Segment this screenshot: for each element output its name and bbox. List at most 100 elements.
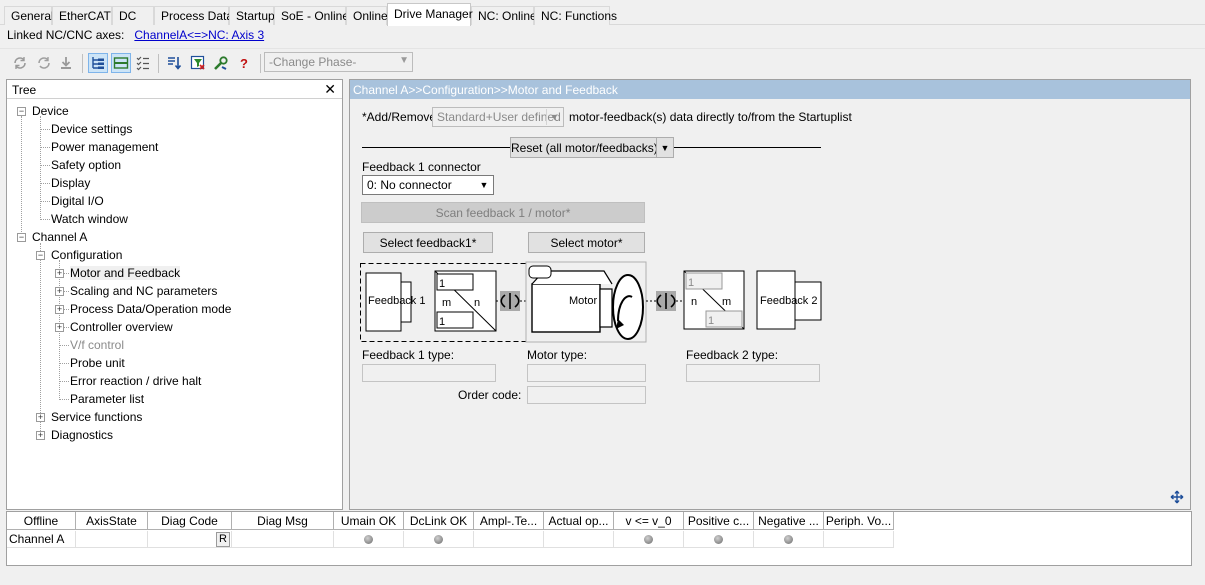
tab-ethercat[interactable]: EtherCAT	[52, 6, 112, 25]
tree-item-watch-window[interactable]: Watch window	[51, 212, 128, 226]
tab-drive-manager[interactable]: Drive Manager	[387, 3, 473, 26]
chevron-down-icon: ▼	[399, 55, 409, 66]
table-cell-axisstate	[76, 531, 148, 548]
feedback1-type-field	[362, 364, 496, 382]
status-col-positive[interactable]: Positive c...	[684, 512, 754, 530]
status-col-ampl-temp[interactable]: Ampl-.Te...	[474, 512, 544, 530]
table-cell-periph-voltage	[824, 531, 894, 548]
collapse-icon[interactable]: −	[17, 107, 26, 116]
tab-process-data[interactable]: Process Data	[154, 6, 233, 25]
tree-line	[41, 201, 50, 202]
tree-item-configuration[interactable]: Configuration	[51, 248, 122, 262]
tree-item-power-management[interactable]: Power management	[51, 140, 158, 154]
add-remove-dropdown[interactable]: Standard+User defined ▼	[432, 107, 564, 127]
tab-soe-online[interactable]: SoE - Online	[274, 6, 349, 25]
tree-line	[60, 399, 69, 400]
expand-icon[interactable]: +	[55, 269, 64, 278]
tree-item-motor-and-feedback[interactable]: Motor and Feedback	[70, 266, 181, 280]
expand-icon[interactable]: +	[55, 323, 64, 332]
tree-line	[41, 147, 50, 148]
status-col-diag-msg[interactable]: Diag Msg	[232, 512, 334, 530]
reset-dropdown-arrow[interactable]: ▼	[656, 137, 674, 158]
chevron-down-icon: ▼	[546, 109, 562, 125]
help-icon[interactable]: ?	[234, 53, 254, 73]
feedback1-ratio-top: 1	[439, 278, 445, 290]
tree-item-scaling-nc-parameters[interactable]: Scaling and NC parameters	[70, 284, 217, 298]
reload-icon[interactable]	[34, 53, 54, 73]
scan-feedback-button[interactable]: Scan feedback 1 / motor*	[361, 202, 645, 223]
add-remove-value: Standard+User defined	[437, 110, 561, 124]
status-col-umain-ok[interactable]: Umain OK	[334, 512, 404, 530]
close-icon[interactable]: ✕	[324, 81, 336, 98]
status-col-diag-code[interactable]: Diag Code	[148, 512, 232, 530]
tree-item-display[interactable]: Display	[51, 176, 90, 190]
tree-item-probe-unit[interactable]: Probe unit	[70, 356, 125, 370]
reset-diag-button[interactable]: R	[216, 532, 230, 547]
tree-item-diagnostics[interactable]: Diagnostics	[51, 428, 113, 442]
filter-icon[interactable]	[188, 53, 208, 73]
order-code-field	[527, 386, 646, 404]
tree-line	[60, 345, 69, 346]
download-icon[interactable]	[56, 53, 76, 73]
tab-general[interactable]: General	[4, 6, 54, 25]
tree-item-process-data-operation-mode[interactable]: Process Data/Operation mode	[70, 302, 231, 316]
expand-icon[interactable]: +	[36, 413, 45, 422]
select-motor-button[interactable]: Select motor*	[528, 232, 645, 253]
tree-item-digital-io[interactable]: Digital I/O	[51, 194, 104, 208]
tree-line	[60, 363, 69, 364]
change-phase-dropdown[interactable]: -Change Phase- ▼	[264, 52, 413, 72]
tab-nc-online[interactable]: NC: Online	[471, 6, 537, 25]
chevron-down-icon: ▼	[479, 180, 489, 190]
status-col-axisstate[interactable]: AxisState	[76, 512, 148, 530]
status-col-periph-voltage[interactable]: Periph. Vo...	[824, 512, 894, 530]
status-col-negative[interactable]: Negative ...	[754, 512, 824, 530]
tree-item-controller-overview[interactable]: Controller overview	[70, 320, 173, 334]
tree-item-parameter-list[interactable]: Parameter list	[70, 392, 144, 406]
sort-download-icon[interactable]	[164, 53, 184, 73]
status-col-offline[interactable]: Offline	[7, 512, 76, 530]
status-led	[644, 535, 653, 544]
move-icon[interactable]	[1170, 490, 1184, 504]
gear-m-label: m	[442, 297, 451, 309]
tree-item-channel-a[interactable]: Channel A	[32, 230, 87, 244]
tree-line	[64, 327, 69, 328]
tree-item-safety-option[interactable]: Safety option	[51, 158, 121, 172]
expand-icon[interactable]: +	[55, 287, 64, 296]
tree-line	[64, 309, 69, 310]
expand-icon[interactable]: +	[55, 305, 64, 314]
tree-line	[41, 219, 50, 220]
tools-icon[interactable]	[211, 53, 231, 73]
feedback1-block-label: Feedback 1	[368, 295, 425, 307]
tab-nc-functions[interactable]: NC: Functions	[534, 6, 617, 25]
refresh-icon[interactable]	[10, 53, 30, 73]
tree-item-vf-control[interactable]: V/f control	[70, 338, 124, 352]
tree-item-device-settings[interactable]: Device settings	[51, 122, 132, 136]
collapse-icon[interactable]: −	[36, 251, 45, 260]
status-col-v-le-v0[interactable]: v <= v_0	[614, 512, 684, 530]
feedback1-connector-dropdown[interactable]: 0: No connector ▼	[362, 175, 494, 195]
panel-view-icon[interactable]	[111, 53, 131, 73]
checklist-icon[interactable]	[133, 53, 153, 73]
table-cell-negative	[754, 531, 824, 548]
tree-item-error-reaction[interactable]: Error reaction / drive halt	[70, 374, 201, 388]
reset-button[interactable]: Reset (all motor/feedbacks)*	[510, 137, 662, 158]
status-col-dclink-ok[interactable]: DcLink OK	[404, 512, 474, 530]
tree-line	[40, 243, 41, 437]
tab-online[interactable]: Online	[346, 6, 388, 25]
linked-axis-link[interactable]: ChannelA<=>NC: Axis 3	[134, 28, 264, 42]
table-row-label[interactable]: Channel A	[7, 531, 76, 548]
tree-line	[64, 291, 69, 292]
status-col-actual-op[interactable]: Actual op...	[544, 512, 614, 530]
feedback2-ratio-top: 1	[688, 277, 694, 289]
feedback2-ratio-bottom: 1	[708, 315, 714, 327]
tab-startup[interactable]: Startup	[229, 6, 275, 25]
toolbar: ?	[0, 48, 1205, 76]
feedback2-block-label: Feedback 2	[760, 295, 817, 307]
tree-item-service-functions[interactable]: Service functions	[51, 410, 142, 424]
select-feedback-button[interactable]: Select feedback1*	[363, 232, 493, 253]
collapse-icon[interactable]: −	[17, 233, 26, 242]
tree-item-device[interactable]: Device	[32, 104, 69, 118]
tab-dc[interactable]: DC	[112, 6, 154, 25]
expand-icon[interactable]: +	[36, 431, 45, 440]
tree-view-icon[interactable]	[88, 53, 108, 73]
